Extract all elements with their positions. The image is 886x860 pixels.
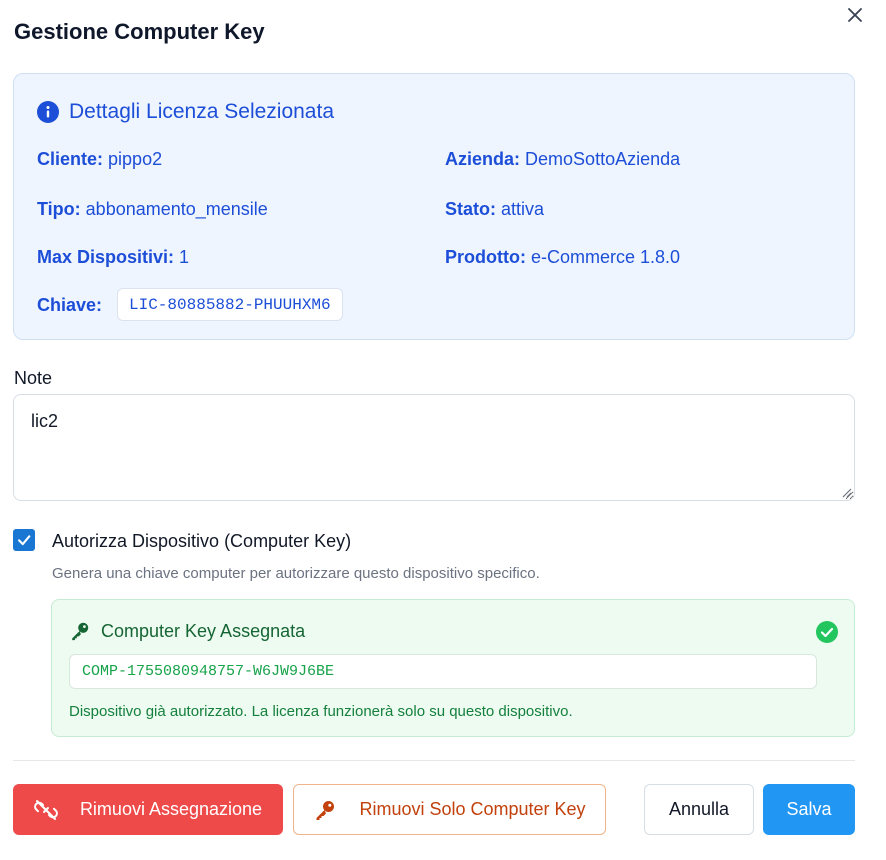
field-stato-value: attiva [501,199,545,219]
save-button[interactable]: Salva [763,784,855,835]
field-tipo-value: abbonamento_mensile [85,199,268,219]
field-prodotto-value: e-Commerce 1.8.0 [531,247,681,267]
field-azienda-label: Azienda: [445,149,521,169]
resize-grip-icon[interactable] [840,486,852,498]
remove-computer-key-button[interactable]: Rimuovi Solo Computer Key [293,784,606,835]
remove-computer-key-label: Rimuovi Solo Computer Key [359,799,586,819]
field-max-dispositivi: Max Dispositivi: 1 [37,247,189,268]
field-tipo: Tipo: abbonamento_mensile [37,199,268,220]
computer-key-title: Computer Key Assegnata [101,620,306,641]
field-tipo-label: Tipo: [37,199,81,219]
field-cliente: Cliente: pippo2 [37,149,162,170]
field-stato: Stato: attiva [445,199,544,220]
info-icon [37,101,59,123]
field-azienda: Azienda: DemoSottoAzienda [445,149,680,170]
remove-assignment-label: Rimuovi Assegnazione [79,799,263,819]
license-details-header: Dettagli Licenza Selezionata [37,100,334,124]
cancel-button[interactable]: Annulla [644,784,754,835]
key-icon [316,800,335,820]
field-cliente-label: Cliente: [37,149,104,169]
close-button[interactable] [845,5,865,25]
checkmark-icon [18,535,31,546]
field-max-dispositivi-label: Max Dispositivi: [37,247,175,267]
field-max-dispositivi-value: 1 [179,247,190,267]
field-chiave-label: Chiave: [37,295,103,315]
field-stato-label: Stato: [445,199,496,219]
field-prodotto: Prodotto: e-Commerce 1.8.0 [445,247,680,268]
unlink-icon [34,799,58,820]
computer-key-message: Dispositivo già autorizzato. La licenza … [69,703,573,720]
remove-assignment-button[interactable]: Rimuovi Assegnazione [13,784,283,835]
note-textarea[interactable]: lic2 [13,394,855,501]
field-azienda-value: DemoSottoAzienda [525,149,681,169]
computer-key-header: Computer Key Assegnata [69,620,305,642]
authorize-device-checkbox[interactable] [13,529,35,551]
check-circle-icon [816,621,838,643]
license-key-chip: LIC-80885882-PHUUHXM6 [117,288,343,321]
note-label: Note [14,368,53,388]
field-cliente-value: pippo2 [108,149,163,169]
computer-key-value: COMP-1755080948757-W6JW9J6BE [69,654,817,689]
authorize-device-label[interactable]: Autorizza Dispositivo (Computer Key) [52,531,351,552]
key-icon [72,622,89,641]
authorize-device-help: Genera una chiave computer per autorizza… [52,565,540,582]
license-details-card: Dettagli Licenza Selezionata Cliente: pi… [13,73,855,340]
license-details-title: Dettagli Licenza Selezionata [69,100,335,123]
footer-divider [13,760,855,761]
close-icon [848,8,862,22]
dialog-title: Gestione Computer Key [14,19,265,44]
field-chiave: Chiave: [37,295,102,316]
field-prodotto-label: Prodotto: [445,247,526,267]
computer-key-card: Computer Key Assegnata COMP-175508094875… [51,599,855,737]
